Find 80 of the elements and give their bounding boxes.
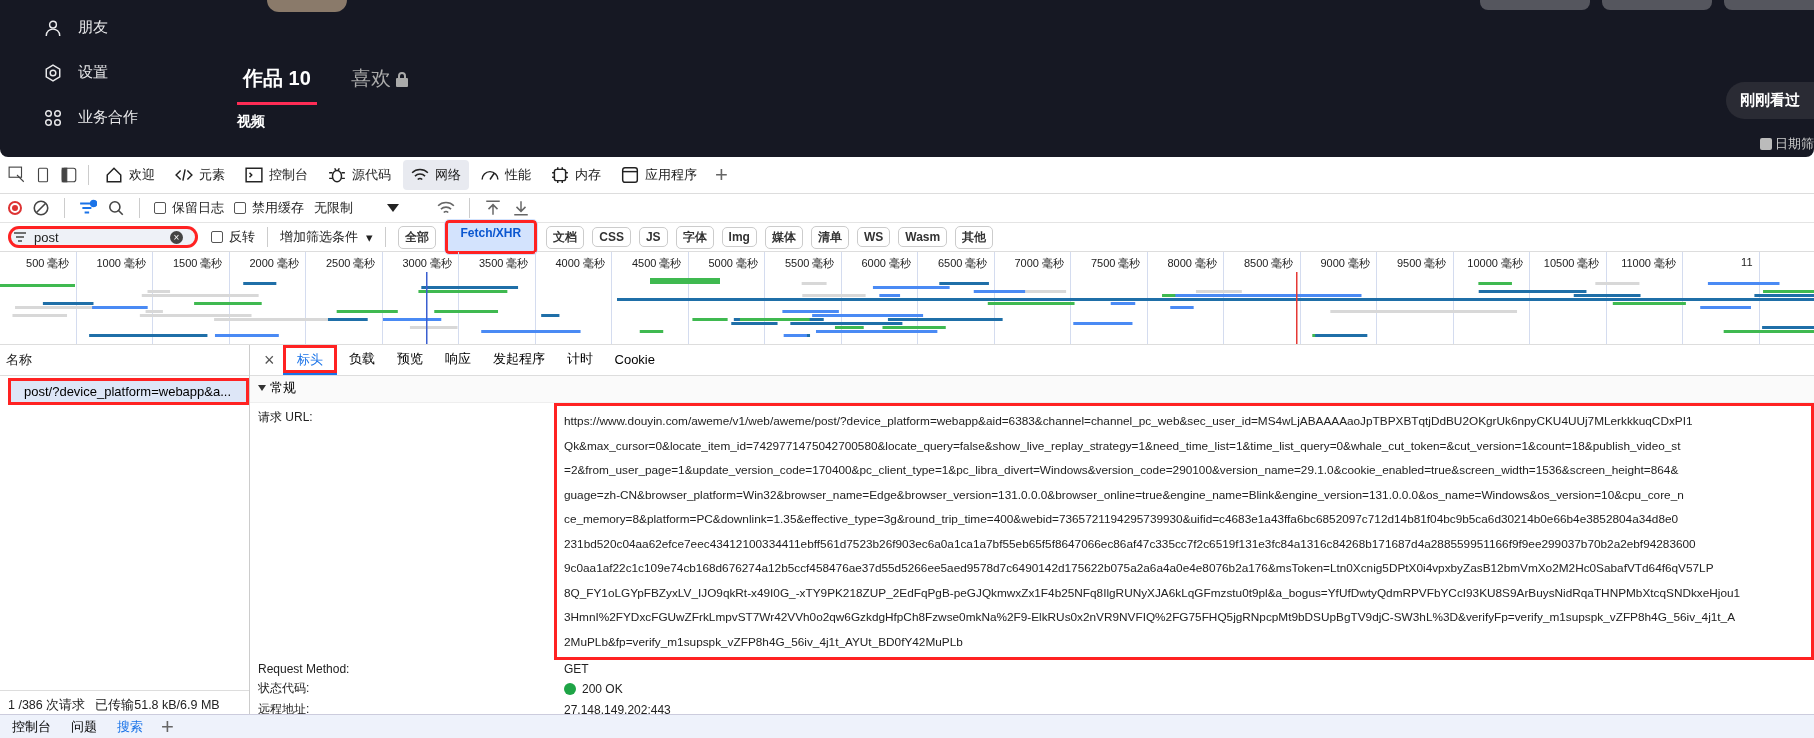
caret-icon[interactable]: ▾ — [366, 229, 373, 245]
drawer-tab[interactable]: 问题 — [63, 717, 105, 736]
column-header: 名称 — [0, 345, 249, 376]
type-filter-chip[interactable]: Wasm — [898, 227, 948, 247]
type-filter-chip[interactable]: Img — [721, 227, 757, 247]
type-filter-chip[interactable]: JS — [638, 227, 668, 247]
sidebar-item[interactable]: 设置 — [78, 63, 108, 82]
detail-tab[interactable]: Cookie — [604, 345, 665, 375]
field-value: GET — [564, 662, 589, 676]
bug-icon — [328, 166, 346, 184]
type-filter-chip[interactable]: 清单 — [810, 225, 849, 249]
date-filter[interactable]: 日期筛 — [1775, 135, 1814, 153]
devtools-tab[interactable]: 元素 — [167, 160, 233, 190]
caret-icon[interactable] — [387, 204, 399, 212]
type-filter-chip[interactable]: 文档 — [546, 225, 585, 249]
recent-button[interactable]: 刚刚看过 — [1726, 82, 1814, 119]
checkbox[interactable] — [211, 231, 223, 243]
code-icon — [175, 166, 193, 184]
window-icon — [621, 166, 639, 184]
checkbox-label: 反转 — [229, 228, 255, 246]
home-icon — [105, 166, 123, 184]
filter-icon — [14, 232, 26, 242]
devtools-tab[interactable]: 控制台 — [237, 160, 316, 190]
transfer-size: 已传输51.8 kB/6.9 MB — [95, 697, 220, 714]
devtools-tab[interactable]: 内存 — [543, 160, 609, 190]
throttle-dropdown[interactable]: 无限制 — [314, 199, 353, 217]
search-icon[interactable] — [107, 199, 125, 217]
devtools-tab[interactable]: 源代码 — [320, 160, 399, 190]
detail-tab[interactable]: 负载 — [338, 345, 385, 376]
field-label: Request Method: — [258, 661, 351, 678]
sidebar-item[interactable]: 业务合作 — [78, 108, 138, 127]
add-tab-button[interactable]: + — [155, 713, 180, 738]
checkbox[interactable] — [234, 202, 246, 214]
add-tab-button[interactable]: + — [709, 162, 734, 188]
devtools-tab[interactable]: 性能 — [473, 160, 539, 190]
section-header[interactable]: 常规 — [250, 376, 1814, 403]
detail-tab[interactable]: 标头 — [282, 345, 337, 375]
checkbox-label: 禁用缓存 — [252, 199, 304, 217]
record-icon[interactable] — [8, 201, 22, 215]
request-row[interactable]: post/?device_platform=webapp&a... — [8, 378, 249, 405]
type-filter-chip[interactable]: 媒体 — [764, 225, 803, 249]
person-icon — [44, 18, 62, 37]
type-filter-chip[interactable]: Fetch/XHR — [443, 219, 539, 255]
type-filter-chip[interactable]: 其他 — [955, 225, 994, 249]
field-value: 27.148.149.202:443 — [564, 702, 671, 714]
section-heading: 视频 — [237, 113, 266, 131]
drawer-tab[interactable]: 控制台 — [4, 717, 59, 736]
devtools-tab[interactable]: 应用程序 — [613, 160, 705, 190]
download-icon[interactable] — [512, 199, 530, 217]
type-filter-chip[interactable]: WS — [856, 227, 891, 247]
detail-tab[interactable]: 预览 — [386, 345, 433, 376]
field-label: 远程地址: — [258, 701, 311, 714]
field-value: 200 OK — [582, 681, 623, 696]
dots-grid-icon — [44, 108, 62, 127]
drawer-tab[interactable]: 搜索 — [109, 717, 151, 736]
checkbox[interactable] — [154, 202, 166, 214]
profile-tab[interactable]: 作品 10 — [237, 64, 317, 105]
devtools-tab[interactable]: 欢迎 — [97, 160, 163, 190]
request-url: https://www.douyin.com/aweme/v1/web/aweme/post/?device_platform=webapp&aid=6383&channel=channel_pc_web&sec_user_id=MS4wLjABAAAAaoJpTBPXBTqtjDdBU2OKgrUk6npyCKU4UUj7MLerkkkuqCDxPI1 Qk&max_cursor=0&locate_item_id=7429771475042700580&locate_query=false&show_live_replay_strategy=1&need_time_list=1&time_list_query=0&whale_cut_token=&cut_version=1&count=18&publish_video_st =2&from_user_page=1&update_version_code=170400&pc_client_type=1&pc_libra_divert=Windows&version_code=290100&version_name=29.1.0&cookie_enabled=true&screen_width=1536&screen_height=864& guage=zh-CN&browser_platform=Win32&browser_name=Edge&browser_version=131.0.0.0&browser_online=true&engine_name=Blink&engine_version=131.0.0.0&os_name=Windows&os_version=10&cpu_core_n ce_memory=8&platform=PC&downlink=1.35&effective_type=3g&round_trip_time=400&webid=7365721194295739930&uifid=c4683e1a43ffa6bc6852097c712d14b81f04bc9b5ca6d30214b0e66b4e3852804a34d8e0 231bd520c04aa62efce7eec43412100334411ebff561d7523b26f903ec6a0a1ca1a7bf55eb65f5f8647066ec86af47c335cc7f2c6519f131e3fc84a1316c84268b171687d4a288559951166f9f9ee299037b70b2a2ebf94283600 9c0aa1af22c1c109e74cb168d676274a12b5ccf458476ae37d55d5266ee5aed9578d7c6490142d175622b075a2a6a4a0e4e8076b2a176&msToken=Ltn0Xcnig5DPtX0i4vpxbyZasB12bmVmXo2M2Hc0SabafVTd64f6qV57LP 8Q_FY1oLGYpFBZyxLV_IJO9qkRt-x49I0G_-xTY9PK218ZUP_2EdFqPgB-peGJQkmwxZx1F4b25NFq8IlgRUNyXJA6kLqGFmzstu0t9pl&a_bogus=YfUfDwtyQdmRPVFbYCcI93KU8S9ArBuysNidRqaTHNPMbXtcqSNDkxeHjou1 3HmnI%2FYDxcFGUwZFrkLmpvST7Wr42VVh0o2qw6GzkdgHfpCh8Fzwse0mkNa%2F9-ElkRUs0x2nVR9NVFIQ%2FG75FHQ5jgRNpcpMt9bDSUpBgTV9djC-SW3hL%3D&verifyFp=verify_m1supspk_vZFP8h4G_56iv_4j1t_A 2MuPLb&fp=verify_m1supspk_vZFP8h4G_56iv_4j1t_AYUt_BD0fY42MuPLb — [554, 403, 1814, 660]
detail-tab[interactable]: 响应 — [434, 345, 481, 376]
more-filters-dropdown[interactable]: 增加筛选条件 — [280, 228, 358, 246]
type-filter-chip[interactable]: CSS — [592, 227, 631, 247]
lock-icon — [394, 70, 409, 87]
console-icon — [245, 166, 263, 184]
field-label: 状态代码: — [258, 680, 311, 697]
hexagon-icon — [44, 63, 62, 82]
field-label: 请求 URL: — [258, 409, 314, 426]
clear-icon[interactable] — [32, 199, 50, 217]
profile-tab[interactable]: 喜欢 — [344, 64, 415, 105]
close-button[interactable]: × — [258, 349, 281, 371]
devtools-tab[interactable]: 网络 — [403, 160, 469, 190]
request-count: 1 /386 次请求 — [8, 697, 86, 714]
chip-icon — [551, 166, 569, 184]
checkbox-label: 保留日志 — [172, 199, 224, 217]
detail-tab[interactable]: 计时 — [556, 345, 603, 376]
detail-tab[interactable]: 发起程序 — [482, 345, 555, 376]
upload-icon[interactable] — [484, 199, 502, 217]
type-filter-chip[interactable]: 字体 — [675, 225, 714, 249]
type-filter-chip[interactable]: 全部 — [397, 225, 436, 249]
sidebar-item[interactable]: 朋友 — [78, 18, 108, 37]
